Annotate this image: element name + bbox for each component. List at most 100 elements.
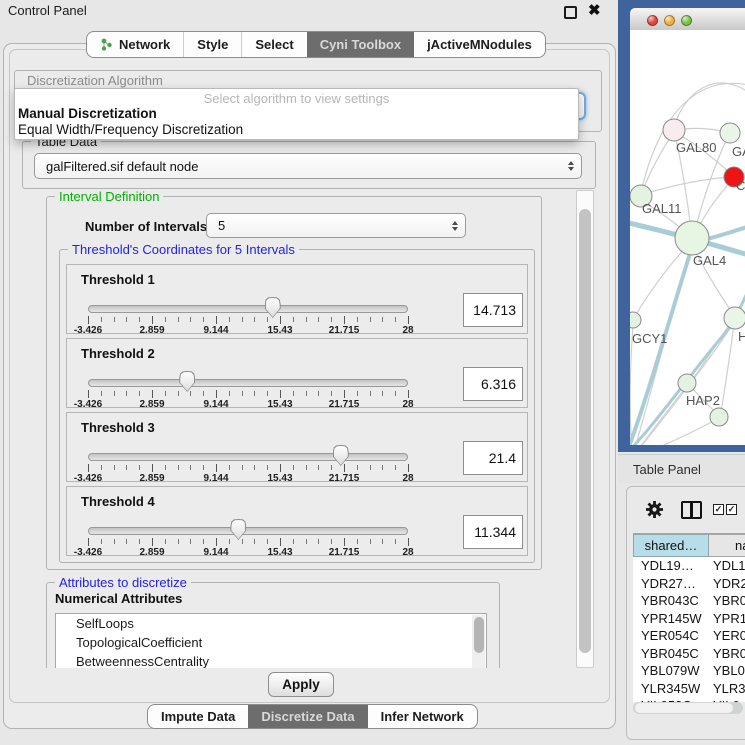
attribute-item-betweennesscentrality[interactable]: BetweennessCentrality xyxy=(56,652,486,668)
network-window-titlebar[interactable] xyxy=(630,8,745,31)
number-of-intervals-combobox[interactable]: 5 xyxy=(206,213,466,238)
table-row[interactable]: YER054CYER0 xyxy=(633,627,745,645)
table-row[interactable]: YBL079WYBL0 xyxy=(633,662,745,680)
tick-label: 2.859 xyxy=(139,399,164,410)
checkbox-icon[interactable]: ✓ xyxy=(713,504,724,515)
tab-select[interactable]: Select xyxy=(241,32,306,57)
slider-thumb[interactable] xyxy=(333,445,349,466)
list-scrollbar[interactable] xyxy=(472,615,485,668)
panel-title: Control Panel xyxy=(8,3,87,18)
tab-impute-data[interactable]: Impute Data xyxy=(148,705,248,728)
tab-network[interactable]: Network xyxy=(87,32,183,57)
slider-thumb[interactable] xyxy=(179,371,195,392)
algorithm-dropdown-popup: Select algorithm to view settings Manual… xyxy=(14,88,579,140)
tab-cyni-toolbox[interactable]: Cyni Toolbox xyxy=(307,32,414,57)
group-title: Attributes to discretize xyxy=(55,575,191,590)
tab-discretize-data[interactable]: Discretize Data xyxy=(248,705,367,728)
checkbox-icon[interactable]: ✓ xyxy=(726,504,737,515)
attribute-item-selfloops[interactable]: SelfLoops xyxy=(56,614,486,633)
settings-vertical-scrollbar[interactable] xyxy=(576,190,594,668)
table-row[interactable]: YBR043CYBR0 xyxy=(633,592,745,610)
column-settings-icon[interactable] xyxy=(681,501,702,519)
float-window-icon[interactable] xyxy=(564,6,577,19)
threshold-slider[interactable]: -3.4262.8599.14415.4321.71528 xyxy=(88,447,408,481)
spinner-arrows-icon xyxy=(568,158,574,174)
network-node[interactable] xyxy=(675,221,709,255)
network-edge[interactable] xyxy=(674,83,745,126)
attribute-item-topologicalcoefficient[interactable]: TopologicalCoefficient xyxy=(56,633,486,652)
slider-thumb[interactable] xyxy=(230,519,246,540)
slider-track[interactable] xyxy=(88,379,408,387)
table-row[interactable]: YPR145WYPR1 xyxy=(633,610,745,628)
slider-track[interactable] xyxy=(88,453,408,461)
table-data-combobox[interactable]: galFiltered.sif default node xyxy=(34,153,582,179)
table-panel-title: Table Panel xyxy=(633,462,701,477)
tab-jactivemnodules[interactable]: jActiveMNodules xyxy=(414,32,545,57)
column-header-name[interactable]: na xyxy=(709,534,745,557)
tick-label: 9.144 xyxy=(203,325,228,336)
tab-infer-network[interactable]: Infer Network xyxy=(368,705,477,728)
tick-label: 15.43 xyxy=(267,473,292,484)
threshold-panel-3: Threshold 3-3.4262.8599.14415.4321.71528… xyxy=(66,412,528,482)
control-panel-window: Control Panel ✖ NetworkStyleSelectCyni T… xyxy=(0,0,618,745)
threshold-value-field[interactable]: 14.713 xyxy=(463,293,523,327)
threshold-panel-1: Threshold 1-3.4262.8599.14415.4321.71528… xyxy=(66,264,528,334)
tick-label: 28 xyxy=(402,325,413,336)
tick-label: 21.715 xyxy=(329,325,360,336)
node-label: GCY1 xyxy=(632,331,667,346)
table-row[interactable]: YLR345WYLR3 xyxy=(633,680,745,698)
threshold-value-field[interactable]: 21.4 xyxy=(463,441,523,475)
network-edge[interactable] xyxy=(644,177,730,194)
close-traffic-light-icon[interactable] xyxy=(647,15,658,26)
apply-button[interactable]: Apply xyxy=(268,672,334,697)
node-table: shared… na YDL19…YDL1YDR27…YDR2YBR043CYB… xyxy=(633,533,745,702)
slider-ticks xyxy=(88,390,408,399)
slider-thumb[interactable] xyxy=(265,297,281,318)
control-panel-titlebar: Control Panel ✖ xyxy=(0,0,618,22)
network-node[interactable] xyxy=(710,408,728,426)
dropdown-option-equal-width-frequency-discretization[interactable]: Equal Width/Frequency Discretization xyxy=(15,122,578,138)
table-horizontal-scrollbar[interactable] xyxy=(633,702,743,714)
number-of-intervals-label: Number of Intervals xyxy=(85,219,207,234)
network-node[interactable] xyxy=(724,307,745,329)
group-interval-definition: Interval Definition Number of Intervals … xyxy=(46,196,542,570)
tick-label: 21.715 xyxy=(329,399,360,410)
network-node[interactable] xyxy=(720,123,740,143)
dropdown-option-manual-discretization[interactable]: Manual Discretization xyxy=(15,106,578,122)
slider-ticks xyxy=(88,538,408,547)
network-window[interactable]: GAL80GACGAL11GAL4GCY1HHAP2 xyxy=(618,0,745,452)
numerical-attributes-list[interactable]: SelfLoopsTopologicalCoefficientBetweenne… xyxy=(55,613,487,668)
network-canvas[interactable]: GAL80GACGAL11GAL4GCY1HHAP2 xyxy=(630,30,745,445)
table-row[interactable]: YDR27…YDR2 xyxy=(633,575,745,593)
table-row[interactable]: YDL19…YDL1 xyxy=(633,557,745,575)
zoom-traffic-light-icon[interactable] xyxy=(681,15,692,26)
group-attributes-to-discretize: Attributes to discretize Numerical Attri… xyxy=(46,582,500,668)
table-row[interactable]: YBR045CYBR0 xyxy=(633,645,745,663)
network-node[interactable] xyxy=(630,312,641,328)
threshold-slider[interactable]: -3.4262.8599.14415.4321.71528 xyxy=(88,521,408,555)
gear-icon[interactable] xyxy=(645,500,664,519)
column-header-shared-name[interactable]: shared… xyxy=(633,534,709,557)
threshold-value-field[interactable]: 11.344 xyxy=(463,515,523,549)
network-node[interactable] xyxy=(678,374,696,392)
threshold-slider[interactable]: -3.4262.8599.14415.4321.71528 xyxy=(88,373,408,407)
close-icon[interactable]: ✖ xyxy=(588,5,600,17)
tick-label: 15.43 xyxy=(267,547,292,558)
tick-label: 2.859 xyxy=(139,547,164,558)
tick-label: 28 xyxy=(402,547,413,558)
network-edge[interactable] xyxy=(698,180,732,228)
dropdown-prompt: Select algorithm to view settings xyxy=(15,89,578,106)
bottom-tabbar: Impute DataDiscretize DataInfer Network xyxy=(147,704,478,729)
slider-track[interactable] xyxy=(88,527,408,535)
tick-label: -3.426 xyxy=(74,325,102,336)
node-label: GAL4 xyxy=(693,253,726,268)
threshold-value-field[interactable]: 6.316 xyxy=(463,367,523,401)
threshold-slider[interactable]: -3.4262.8599.14415.4321.71528 xyxy=(88,299,408,333)
settings-scroll-viewport: Interval Definition Number of Intervals … xyxy=(22,190,572,668)
tick-label: -3.426 xyxy=(74,399,102,410)
slider-track[interactable] xyxy=(88,305,408,313)
minimize-traffic-light-icon[interactable] xyxy=(664,15,675,26)
tick-label: 15.43 xyxy=(267,325,292,336)
network-node[interactable] xyxy=(663,119,685,141)
tab-style[interactable]: Style xyxy=(183,32,241,57)
